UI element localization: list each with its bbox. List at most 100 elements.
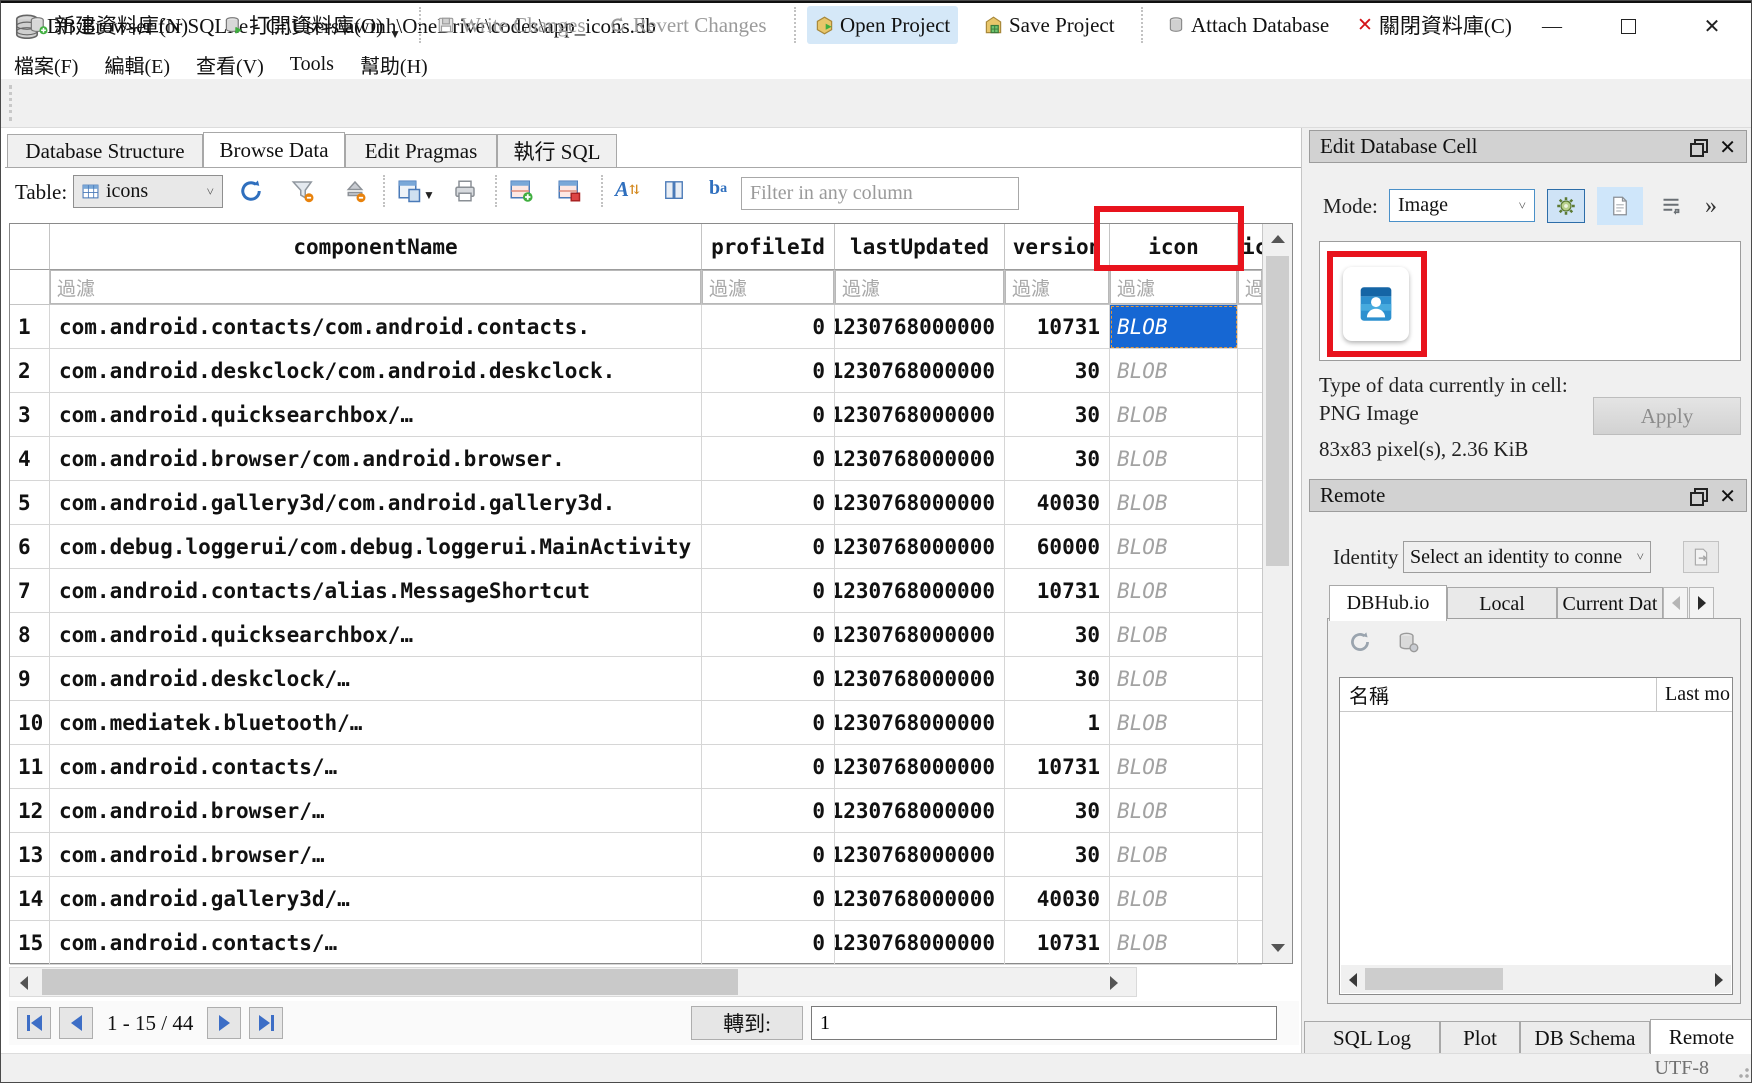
- cell-profileId[interactable]: 0: [702, 613, 835, 657]
- cell-icon-blob[interactable]: BLOB: [1110, 701, 1238, 745]
- first-page-button[interactable]: [17, 1007, 51, 1039]
- global-filter-input[interactable]: [741, 177, 1019, 210]
- minimize-button[interactable]: —: [1523, 3, 1581, 49]
- cell-componentName[interactable]: com.android.quicksearchbox/…: [50, 613, 702, 657]
- cell-componentName[interactable]: com.android.gallery3d/…: [50, 877, 702, 921]
- row-number[interactable]: 7: [10, 569, 50, 613]
- cell-partial[interactable]: [1238, 613, 1262, 657]
- tab-scroll-left-button[interactable]: [1663, 587, 1688, 619]
- cell-lastUpdated[interactable]: 1230768000000: [835, 789, 1005, 833]
- table-row[interactable]: 5 com.android.gallery3d/com.android.gall…: [10, 481, 1262, 525]
- filter-version[interactable]: 過濾: [1005, 270, 1110, 305]
- remote-column-last-modified[interactable]: Last mo: [1656, 678, 1732, 711]
- cell-lastUpdated[interactable]: 1230768000000: [835, 393, 1005, 437]
- remote-tab-dbhub[interactable]: DBHub.io: [1329, 585, 1447, 621]
- cell-version[interactable]: 10731: [1005, 921, 1110, 965]
- panel-close-icon[interactable]: ✕: [1719, 484, 1736, 508]
- cell-componentName[interactable]: com.android.deskclock/…: [50, 657, 702, 701]
- cell-version[interactable]: 10731: [1005, 569, 1110, 613]
- cell-lastUpdated[interactable]: 1230768000000: [835, 701, 1005, 745]
- cell-icon-blob[interactable]: BLOB: [1110, 789, 1238, 833]
- row-number[interactable]: 15: [10, 921, 50, 965]
- cell-icon-blob[interactable]: BLOB: [1110, 305, 1238, 349]
- sort-button[interactable]: A⇅: [615, 177, 640, 202]
- cell-componentName[interactable]: com.android.contacts/alias.MessageShortc…: [50, 569, 702, 613]
- scroll-right-arrow[interactable]: [1110, 976, 1118, 990]
- cell-partial[interactable]: [1238, 481, 1262, 525]
- cell-icon-blob[interactable]: BLOB: [1110, 437, 1238, 481]
- cell-componentName[interactable]: com.android.contacts/…: [50, 745, 702, 789]
- save-project-button[interactable]: Save Project: [976, 6, 1123, 44]
- cell-version[interactable]: 30: [1005, 349, 1110, 393]
- row-number[interactable]: 5: [10, 481, 50, 525]
- cell-lastUpdated[interactable]: 1230768000000: [835, 745, 1005, 789]
- cell-version[interactable]: 30: [1005, 393, 1110, 437]
- row-number[interactable]: 4: [10, 437, 50, 481]
- table-row[interactable]: 2 com.android.deskclock/com.android.desk…: [10, 349, 1262, 393]
- cell-partial[interactable]: [1238, 305, 1262, 349]
- cell-partial[interactable]: [1238, 921, 1262, 965]
- menu-file[interactable]: 檔案(F): [1, 50, 91, 79]
- tab-edit-pragmas[interactable]: Edit Pragmas: [345, 134, 497, 167]
- cell-version[interactable]: 1: [1005, 701, 1110, 745]
- cell-componentName[interactable]: com.android.contacts/com.android.contact…: [50, 305, 702, 349]
- cell-version[interactable]: 40030: [1005, 481, 1110, 525]
- cell-componentName[interactable]: com.debug.loggerui/com.debug.loggerui.Ma…: [50, 525, 702, 569]
- cell-lastUpdated[interactable]: 1230768000000: [835, 481, 1005, 525]
- cell-icon-blob[interactable]: BLOB: [1110, 525, 1238, 569]
- vertical-scroll-thumb[interactable]: [1266, 256, 1289, 566]
- import-export-button[interactable]: [1547, 189, 1585, 223]
- row-number[interactable]: 9: [10, 657, 50, 701]
- cell-icon-blob[interactable]: BLOB: [1110, 833, 1238, 877]
- table-row[interactable]: 4 com.android.browser/com.android.browse…: [10, 437, 1262, 481]
- dock-tab-sql-log[interactable]: SQL Log: [1304, 1021, 1440, 1054]
- close-database-button[interactable]: ✕ 關閉資料庫(C): [1349, 6, 1520, 44]
- tab-scroll-right-button[interactable]: [1689, 587, 1714, 619]
- cell-lastUpdated[interactable]: 1230768000000: [835, 833, 1005, 877]
- table-row[interactable]: 3 com.android.quicksearchbox/… 0 1230768…: [10, 393, 1262, 437]
- filter-componentName[interactable]: 過濾: [50, 270, 702, 305]
- column-header-lastUpdated[interactable]: lastUpdated: [835, 224, 1005, 270]
- unlock-view-button[interactable]: [343, 179, 367, 203]
- table-row[interactable]: 15 com.android.contacts/… 0 123076800000…: [10, 921, 1262, 965]
- remote-tab-local[interactable]: Local: [1447, 587, 1557, 621]
- row-number[interactable]: 12: [10, 789, 50, 833]
- goto-button[interactable]: 轉到:: [691, 1006, 803, 1040]
- cell-componentName[interactable]: com.android.quicksearchbox/…: [50, 393, 702, 437]
- table-row[interactable]: 13 com.android.browser/… 0 1230768000000…: [10, 833, 1262, 877]
- word-wrap-button[interactable]: [1653, 191, 1689, 221]
- column-header-version[interactable]: version: [1005, 224, 1110, 270]
- cell-lastUpdated[interactable]: 1230768000000: [835, 877, 1005, 921]
- filter-profileId[interactable]: 過濾: [702, 270, 835, 305]
- row-number[interactable]: 11: [10, 745, 50, 789]
- vertical-scrollbar[interactable]: [1262, 224, 1292, 963]
- cell-profileId[interactable]: 0: [702, 393, 835, 437]
- cell-lastUpdated[interactable]: 1230768000000: [835, 569, 1005, 613]
- dock-tab-db-schema[interactable]: DB Schema: [1520, 1021, 1650, 1054]
- filter-partial[interactable]: 過濾: [1238, 270, 1262, 305]
- scroll-right-arrow[interactable]: [1715, 973, 1723, 987]
- cell-icon-blob[interactable]: BLOB: [1110, 393, 1238, 437]
- more-tools-icon[interactable]: »: [1705, 193, 1717, 220]
- print-button[interactable]: [453, 179, 477, 203]
- table-row[interactable]: 8 com.android.quicksearchbox/… 0 1230768…: [10, 613, 1262, 657]
- mode-select[interactable]: Image ˅: [1389, 189, 1535, 222]
- row-number[interactable]: 3: [10, 393, 50, 437]
- identity-select[interactable]: Select an identity to conne ˅: [1403, 541, 1651, 573]
- apply-button[interactable]: Apply: [1593, 397, 1741, 435]
- cell-profileId[interactable]: 0: [702, 569, 835, 613]
- undock-icon[interactable]: [1690, 139, 1705, 154]
- cell-icon-blob[interactable]: BLOB: [1110, 569, 1238, 613]
- remote-scroll-thumb[interactable]: [1365, 968, 1503, 990]
- open-project-button[interactable]: Open Project: [807, 6, 958, 44]
- write-changes-button[interactable]: Write Changes: [429, 6, 594, 44]
- new-database-button[interactable]: 新建資料庫(N): [21, 6, 196, 44]
- cell-version[interactable]: 30: [1005, 437, 1110, 481]
- goto-record-input[interactable]: [811, 1006, 1277, 1040]
- cell-profileId[interactable]: 0: [702, 833, 835, 877]
- cell-partial[interactable]: [1238, 393, 1262, 437]
- cell-version[interactable]: 40030: [1005, 877, 1110, 921]
- cell-lastUpdated[interactable]: 1230768000000: [835, 349, 1005, 393]
- menu-tools[interactable]: Tools: [277, 53, 347, 76]
- cell-icon-blob[interactable]: BLOB: [1110, 877, 1238, 921]
